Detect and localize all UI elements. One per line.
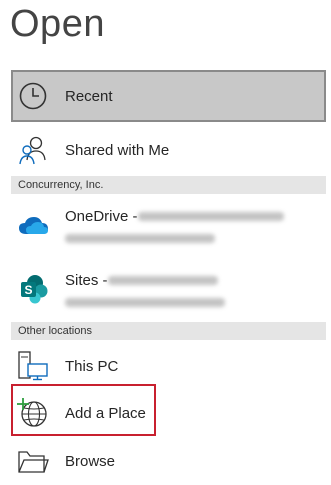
this-pc-label: This PC: [65, 357, 119, 375]
section-header-other: Other locations: [11, 322, 326, 340]
sites-label: Sites -: [65, 272, 108, 289]
sites-account-redacted: [107, 276, 218, 285]
page-title: Open: [10, 3, 105, 45]
shared-with-me-label: Shared with Me: [65, 141, 170, 159]
add-a-place-label: Add a Place: [65, 404, 146, 422]
onedrive-email-redacted: [65, 234, 215, 243]
shared-with-me-item[interactable]: Shared with Me: [11, 126, 326, 174]
recent-item[interactable]: Recent: [11, 70, 326, 122]
add-a-place-item[interactable]: Add a Place: [11, 389, 326, 437]
sites-email-redacted: [65, 298, 225, 307]
globe-plus-icon: [16, 396, 50, 430]
people-icon: [16, 133, 50, 167]
this-pc-item[interactable]: This PC: [11, 342, 326, 390]
sites-item[interactable]: S Sites -: [11, 268, 326, 326]
svg-text:S: S: [24, 283, 32, 297]
onedrive-label: OneDrive -: [65, 208, 138, 225]
browse-item[interactable]: Browse: [11, 437, 326, 485]
computer-icon: [16, 349, 50, 383]
onedrive-cloud-icon: [16, 208, 50, 242]
recent-label: Recent: [65, 87, 113, 105]
sharepoint-icon: S: [16, 272, 50, 306]
clock-icon: [16, 79, 50, 113]
browse-label: Browse: [65, 452, 116, 470]
onedrive-item[interactable]: OneDrive -: [11, 204, 326, 262]
onedrive-account-redacted: [137, 212, 284, 221]
section-header-org: Concurrency, Inc.: [11, 176, 326, 194]
folder-icon: [16, 444, 50, 478]
